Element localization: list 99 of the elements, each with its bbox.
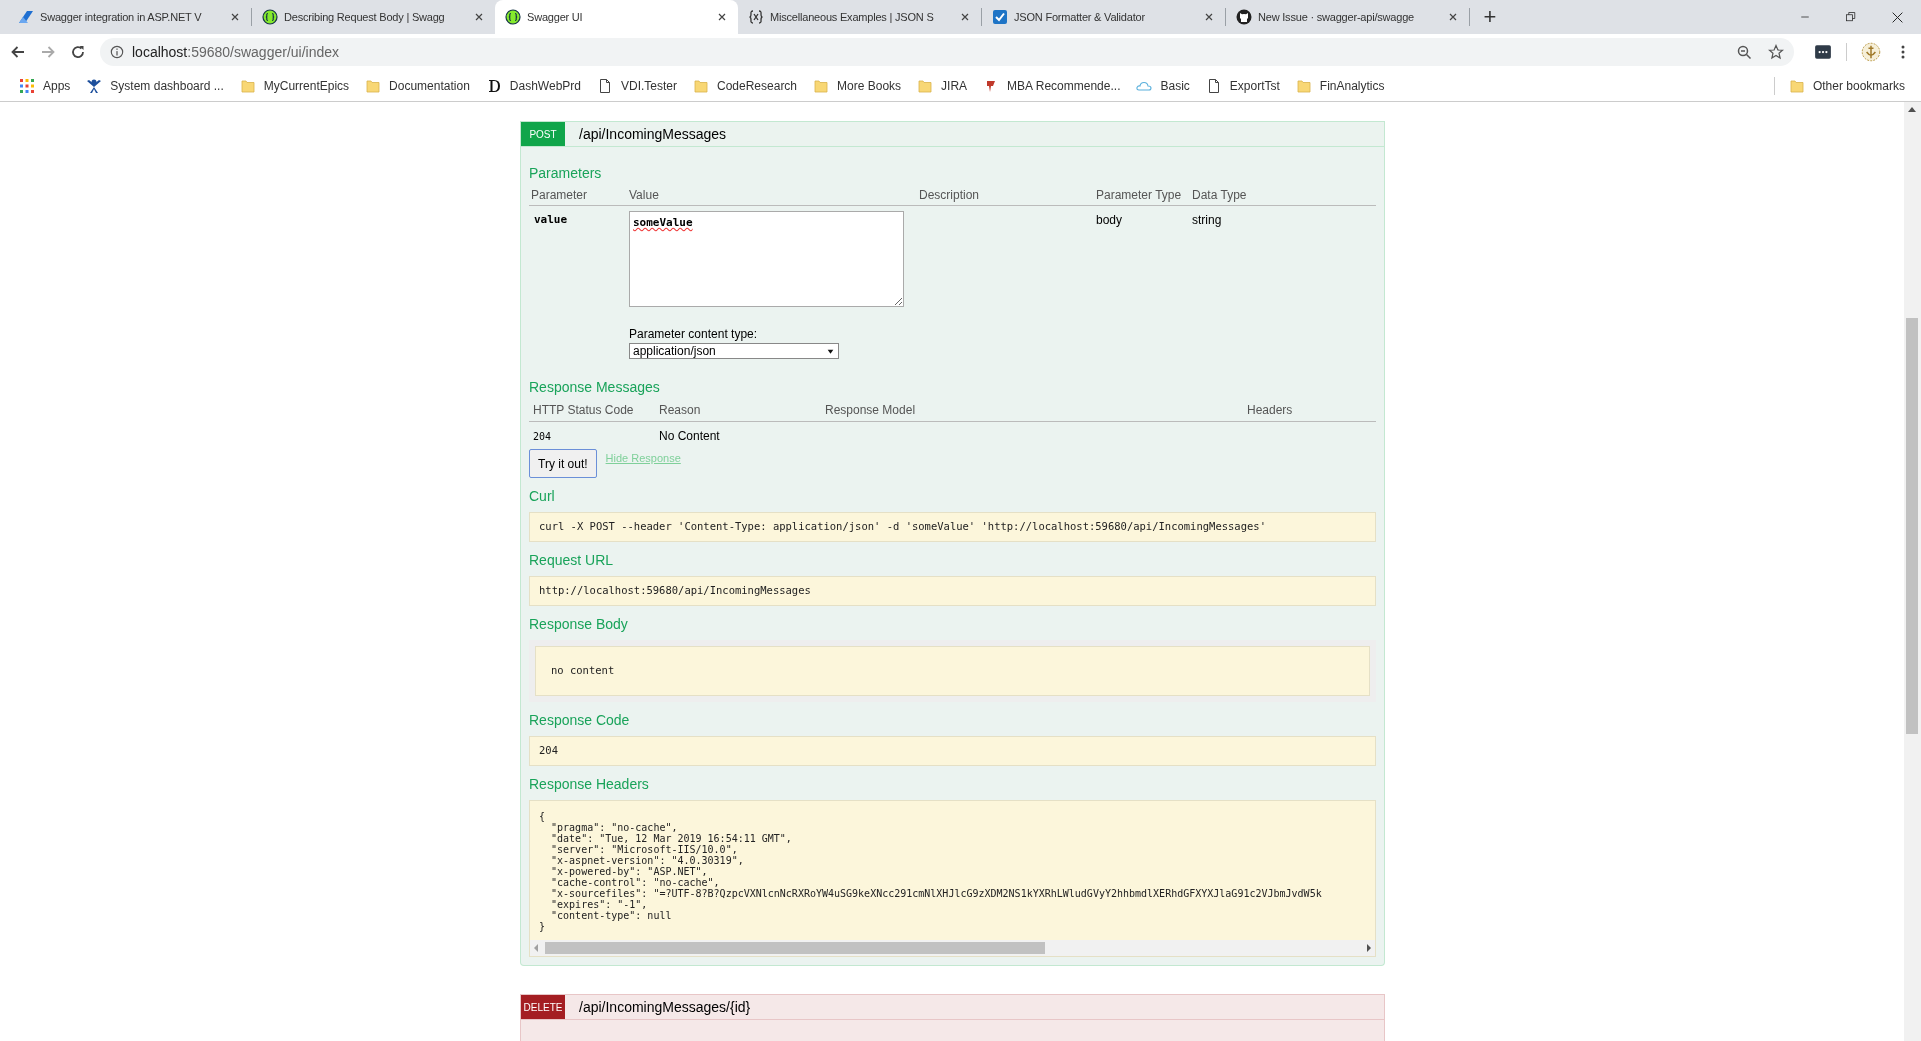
close-icon — [1447, 11, 1459, 23]
column-header: Description — [919, 187, 981, 204]
profile-icon — [1861, 42, 1881, 62]
forward-arrow-icon — [40, 44, 56, 60]
address-bar[interactable]: localhost:59680/swagger/ui/index — [100, 38, 1794, 66]
section-heading: Parameters — [529, 164, 603, 183]
bookmark[interactable]: More Books — [806, 73, 909, 98]
folder-icon — [365, 77, 382, 94]
close-icon — [473, 11, 485, 23]
section-heading: Curl — [529, 487, 556, 506]
bookmark[interactable]: FinAnalytics — [1288, 73, 1392, 98]
try-it-out-button[interactable]: Try it out! — [529, 449, 597, 478]
close-icon — [959, 11, 971, 23]
checkbox-icon — [992, 9, 1008, 25]
section-heading: Response Code — [529, 711, 631, 730]
tab-title: Miscellaneous Examples | JSON S — [770, 9, 935, 25]
browser-tab[interactable]: Miscellaneous Examples | JSON S — [738, 0, 981, 34]
restore-icon — [1845, 11, 1857, 23]
scrollbar[interactable] — [1904, 102, 1921, 1041]
method-badge: POST — [521, 122, 565, 146]
folder-icon — [1295, 77, 1312, 94]
headers-json: { "pragma": "no-cache", "date": "Tue, 12 Mar 2019 16:54:11 GMT", "server": "Microsoft-IIS/10.0", "x-aspnet-version": "4.0.30319", "x-powered-by": "ASP.NET", "cache-control": "no-cache", "x-sourcefiles": "=?UTF-8?B?QzpcVXNlcnNcRXRoYW4uSG9keXNcc291cmNlXHJlcG9zXDM2NS1kYXRhLWludGVyY2hhbmdlXERhdGFXYXJlaG91c2VJbmJvdW5k "expires": "-1", "content-type": null } — [538, 810, 1323, 934]
column-header: Headers — [1247, 402, 1294, 419]
braces-icon — [748, 9, 764, 25]
zoom-out-icon — [1736, 44, 1752, 60]
horizontal-scrollbar[interactable] — [530, 940, 1375, 956]
bookmark[interactable]: JIRA — [910, 73, 975, 98]
column-header: Response Model — [825, 402, 917, 419]
endpoint-path[interactable]: /api/IncomingMessages/{id} — [579, 996, 751, 1018]
bookmark[interactable]: ExportTst — [1198, 73, 1287, 98]
column-header: HTTP Status Code — [533, 402, 635, 419]
reason-text: No Content — [659, 428, 721, 445]
folder-icon — [813, 77, 830, 94]
browser-tab[interactable]: Describing Request Body | Swagg — [252, 0, 495, 34]
parameter-type: body — [1096, 212, 1124, 229]
tab-title: JSON Formatter & Validator — [1014, 9, 1146, 25]
logo-icon — [18, 9, 34, 25]
browser-tab[interactable]: JSON Formatter & Validator — [982, 0, 1225, 34]
info-icon — [110, 45, 124, 59]
bookmark[interactable]: System dashboard ... — [79, 73, 231, 98]
star-icon — [1768, 44, 1784, 60]
close-icon — [229, 11, 241, 23]
status-code: 204 — [533, 429, 553, 444]
tab-title: Swagger integration in ASP.NET V — [40, 9, 203, 25]
bookmark[interactable]: DashWebPrd — [478, 73, 588, 98]
bookmark[interactable]: MyCurrentEpics — [232, 73, 357, 98]
bookmark[interactable]: CodeResearch — [686, 73, 805, 98]
folder-icon — [693, 77, 709, 94]
endpoint-path[interactable]: /api/IncomingMessages — [579, 123, 727, 145]
browser-tab[interactable]: New Issue · swagger-api/swagge — [1226, 0, 1469, 34]
code-block: 204 — [529, 736, 1376, 766]
close-icon — [1203, 11, 1215, 23]
section-heading: Response Body — [529, 615, 629, 634]
close-icon — [1891, 10, 1904, 24]
field-label: Parameter content type: — [629, 326, 759, 343]
swagger-icon — [262, 9, 278, 25]
bookmark[interactable]: Basic — [1129, 73, 1197, 98]
section-heading: Response Messages — [529, 378, 661, 397]
apps-grid-icon — [19, 77, 35, 94]
tab-title: New Issue · swagger-api/swagge — [1258, 9, 1416, 25]
column-header: Parameter — [531, 187, 589, 204]
back-arrow-icon — [10, 44, 26, 60]
column-header: Value — [629, 187, 660, 204]
data-type: string — [1192, 212, 1223, 229]
bookmark[interactable]: Apps — [12, 73, 78, 98]
new-tab-button[interactable]: + — [1476, 3, 1504, 31]
content-type-select[interactable]: application/json — [629, 343, 839, 359]
bookmark[interactable]: MBA Recommende... — [976, 73, 1128, 98]
code-block: http://localhost:59680/api/IncomingMessages — [529, 576, 1376, 606]
github-icon — [1236, 9, 1252, 25]
value-input[interactable]: someValue — [629, 211, 904, 307]
extension-icon — [1814, 43, 1832, 61]
code-block: no content — [535, 646, 1370, 696]
bookmark[interactable]: VDI.Tester — [590, 73, 684, 98]
browser-tab[interactable]: Swagger integration in ASP.NET V — [8, 0, 251, 34]
swagger-icon — [505, 9, 521, 25]
operation-header[interactable]: DELETE /api/IncomingMessages/{id} — [520, 994, 1385, 1020]
column-header: Parameter Type — [1096, 187, 1183, 204]
section-heading: Request URL — [529, 551, 615, 570]
bookmark[interactable]: Other bookmarks — [1782, 73, 1911, 98]
bookmark[interactable]: Documentation — [358, 73, 477, 98]
folder-icon — [1788, 77, 1805, 94]
code-block: curl -X POST --header 'Content-Type: application/json' -d 'someValue' 'http://localhost:59680/api/IncomingMessages' — [529, 512, 1376, 542]
folder-icon — [239, 77, 256, 94]
figure-icon — [86, 77, 103, 94]
column-header: Data Type — [1192, 187, 1248, 204]
tab-title: Describing Request Body | Swagg — [284, 9, 446, 25]
browser-tab[interactable]: Swagger UI — [495, 0, 738, 34]
operation-header[interactable]: POST /api/IncomingMessages — [520, 121, 1385, 147]
page-icon — [597, 77, 613, 94]
folder-icon — [917, 77, 934, 94]
reload-icon — [70, 44, 86, 60]
close-icon — [716, 11, 728, 23]
url-text: localhost:59680/swagger/ui/index — [132, 42, 341, 62]
tab-title: Swagger UI — [527, 9, 584, 25]
section-heading: Response Headers — [529, 775, 650, 794]
column-header: Reason — [659, 402, 702, 419]
method-badge: DELETE — [521, 995, 565, 1019]
parameter-name: value — [533, 212, 569, 228]
